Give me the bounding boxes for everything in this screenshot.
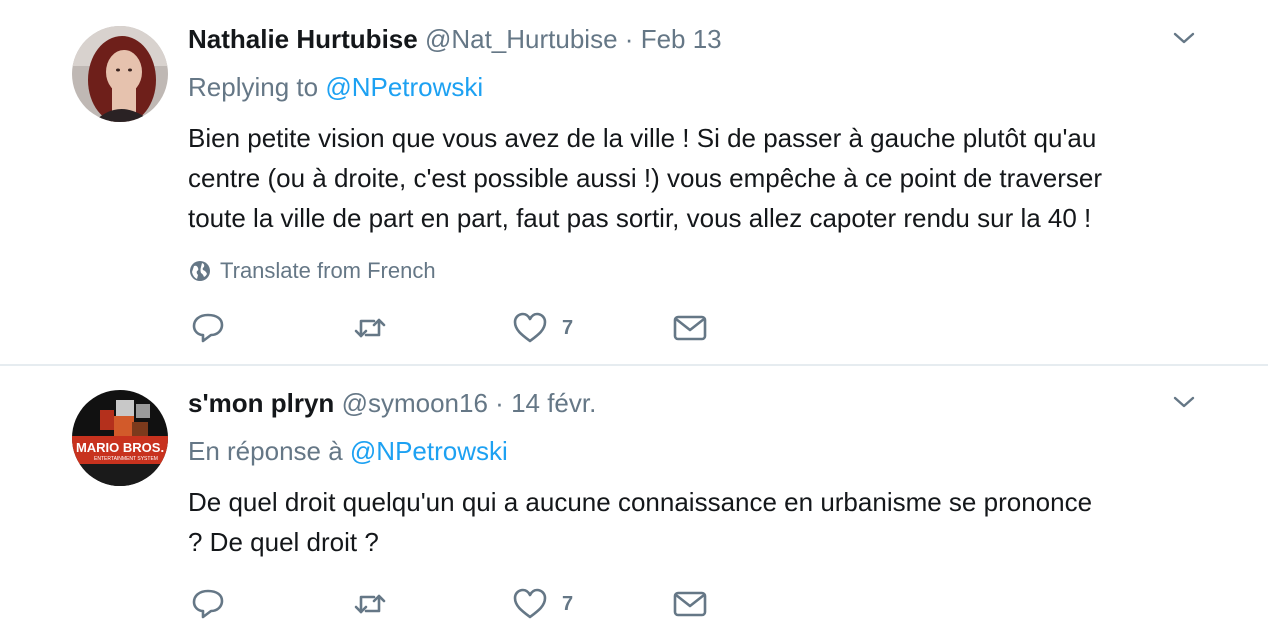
direct-message-button[interactable] (672, 586, 708, 622)
reply-icon (192, 589, 224, 619)
tweet-date[interactable]: Feb 13 (641, 24, 722, 54)
tweet-header: Nathalie Hurtubise @Nat_Hurtubise · Feb … (188, 22, 1198, 56)
heart-icon (513, 312, 547, 343)
retweet-button[interactable] (352, 586, 388, 622)
tweet-header: s'mon plryn @symoon16 · 14 févr. (188, 386, 1198, 420)
tweet-text-line: ? De quel droit ? (188, 527, 379, 557)
chevron-down-icon[interactable] (1170, 388, 1198, 416)
tweet-text-line: centre (ou à droite, c'est possible auss… (188, 163, 1102, 193)
globe-icon (190, 261, 210, 281)
translate-link[interactable]: Translate from French (188, 256, 1198, 286)
avatar[interactable]: MARIO BROS. ENTERTAINMENT SYSTEM (72, 390, 168, 486)
separator: · (495, 388, 504, 418)
envelope-icon (673, 315, 707, 341)
reply-context: Replying to @NPetrowski (188, 70, 1198, 104)
author-name[interactable]: s'mon plryn (188, 388, 334, 418)
tweet-date[interactable]: 14 févr. (511, 388, 596, 418)
reply-mention-link[interactable]: @NPetrowski (350, 436, 508, 466)
reply-button[interactable] (190, 586, 226, 622)
heart-icon (513, 588, 547, 619)
retweet-icon (354, 318, 386, 338)
retweet-button[interactable] (352, 310, 388, 346)
reply-icon (192, 313, 224, 343)
separator: · (624, 24, 634, 54)
svg-text:ENTERTAINMENT SYSTEM: ENTERTAINMENT SYSTEM (94, 456, 158, 462)
tweet-text: Bien petite vision que vous avez de la v… (188, 118, 1198, 238)
tweet-text: De quel droit quelqu'un qui a aucune con… (188, 482, 1198, 562)
like-count: 7 (562, 316, 574, 339)
like-button[interactable]: 7 (512, 310, 573, 346)
avatar-mario-bros: MARIO BROS. ENTERTAINMENT SYSTEM (72, 390, 168, 486)
envelope-icon (673, 591, 707, 617)
like-count: 7 (562, 592, 574, 615)
translate-label: Translate from French (220, 258, 436, 283)
reply-prefix: En réponse à (188, 436, 343, 466)
avatar[interactable] (72, 26, 168, 122)
like-button[interactable]: 7 (512, 586, 573, 622)
tweet[interactable]: MARIO BROS. ENTERTAINMENT SYSTEM s'mon p… (0, 366, 1268, 638)
tweet-text-line: De quel droit quelqu'un qui a aucune con… (188, 487, 1093, 517)
direct-message-button[interactable] (672, 310, 708, 346)
reply-prefix: Replying to (188, 72, 319, 102)
avatar-photo (72, 26, 168, 122)
tweet-content: Nathalie Hurtubise @Nat_Hurtubise · Feb … (188, 22, 1198, 286)
author-name[interactable]: Nathalie Hurtubise (188, 24, 418, 54)
tweet-text-line: toute la ville de part en part, faut pas… (188, 203, 1092, 233)
tweet-text-line: Bien petite vision que vous avez de la v… (188, 123, 1097, 153)
tweet[interactable]: Nathalie Hurtubise @Nat_Hurtubise · Feb … (0, 0, 1268, 366)
tweet-content: s'mon plryn @symoon16 · 14 févr. En répo… (188, 386, 1198, 562)
author-handle[interactable]: @symoon16 (342, 388, 488, 418)
retweet-icon (354, 594, 386, 614)
svg-text:MARIO BROS.: MARIO BROS. (76, 440, 164, 455)
reply-mention-link[interactable]: @NPetrowski (325, 72, 483, 102)
reply-button[interactable] (190, 310, 226, 346)
author-handle[interactable]: @Nat_Hurtubise (425, 24, 618, 54)
chevron-down-icon[interactable] (1170, 24, 1198, 52)
reply-context: En réponse à @NPetrowski (188, 434, 1198, 468)
